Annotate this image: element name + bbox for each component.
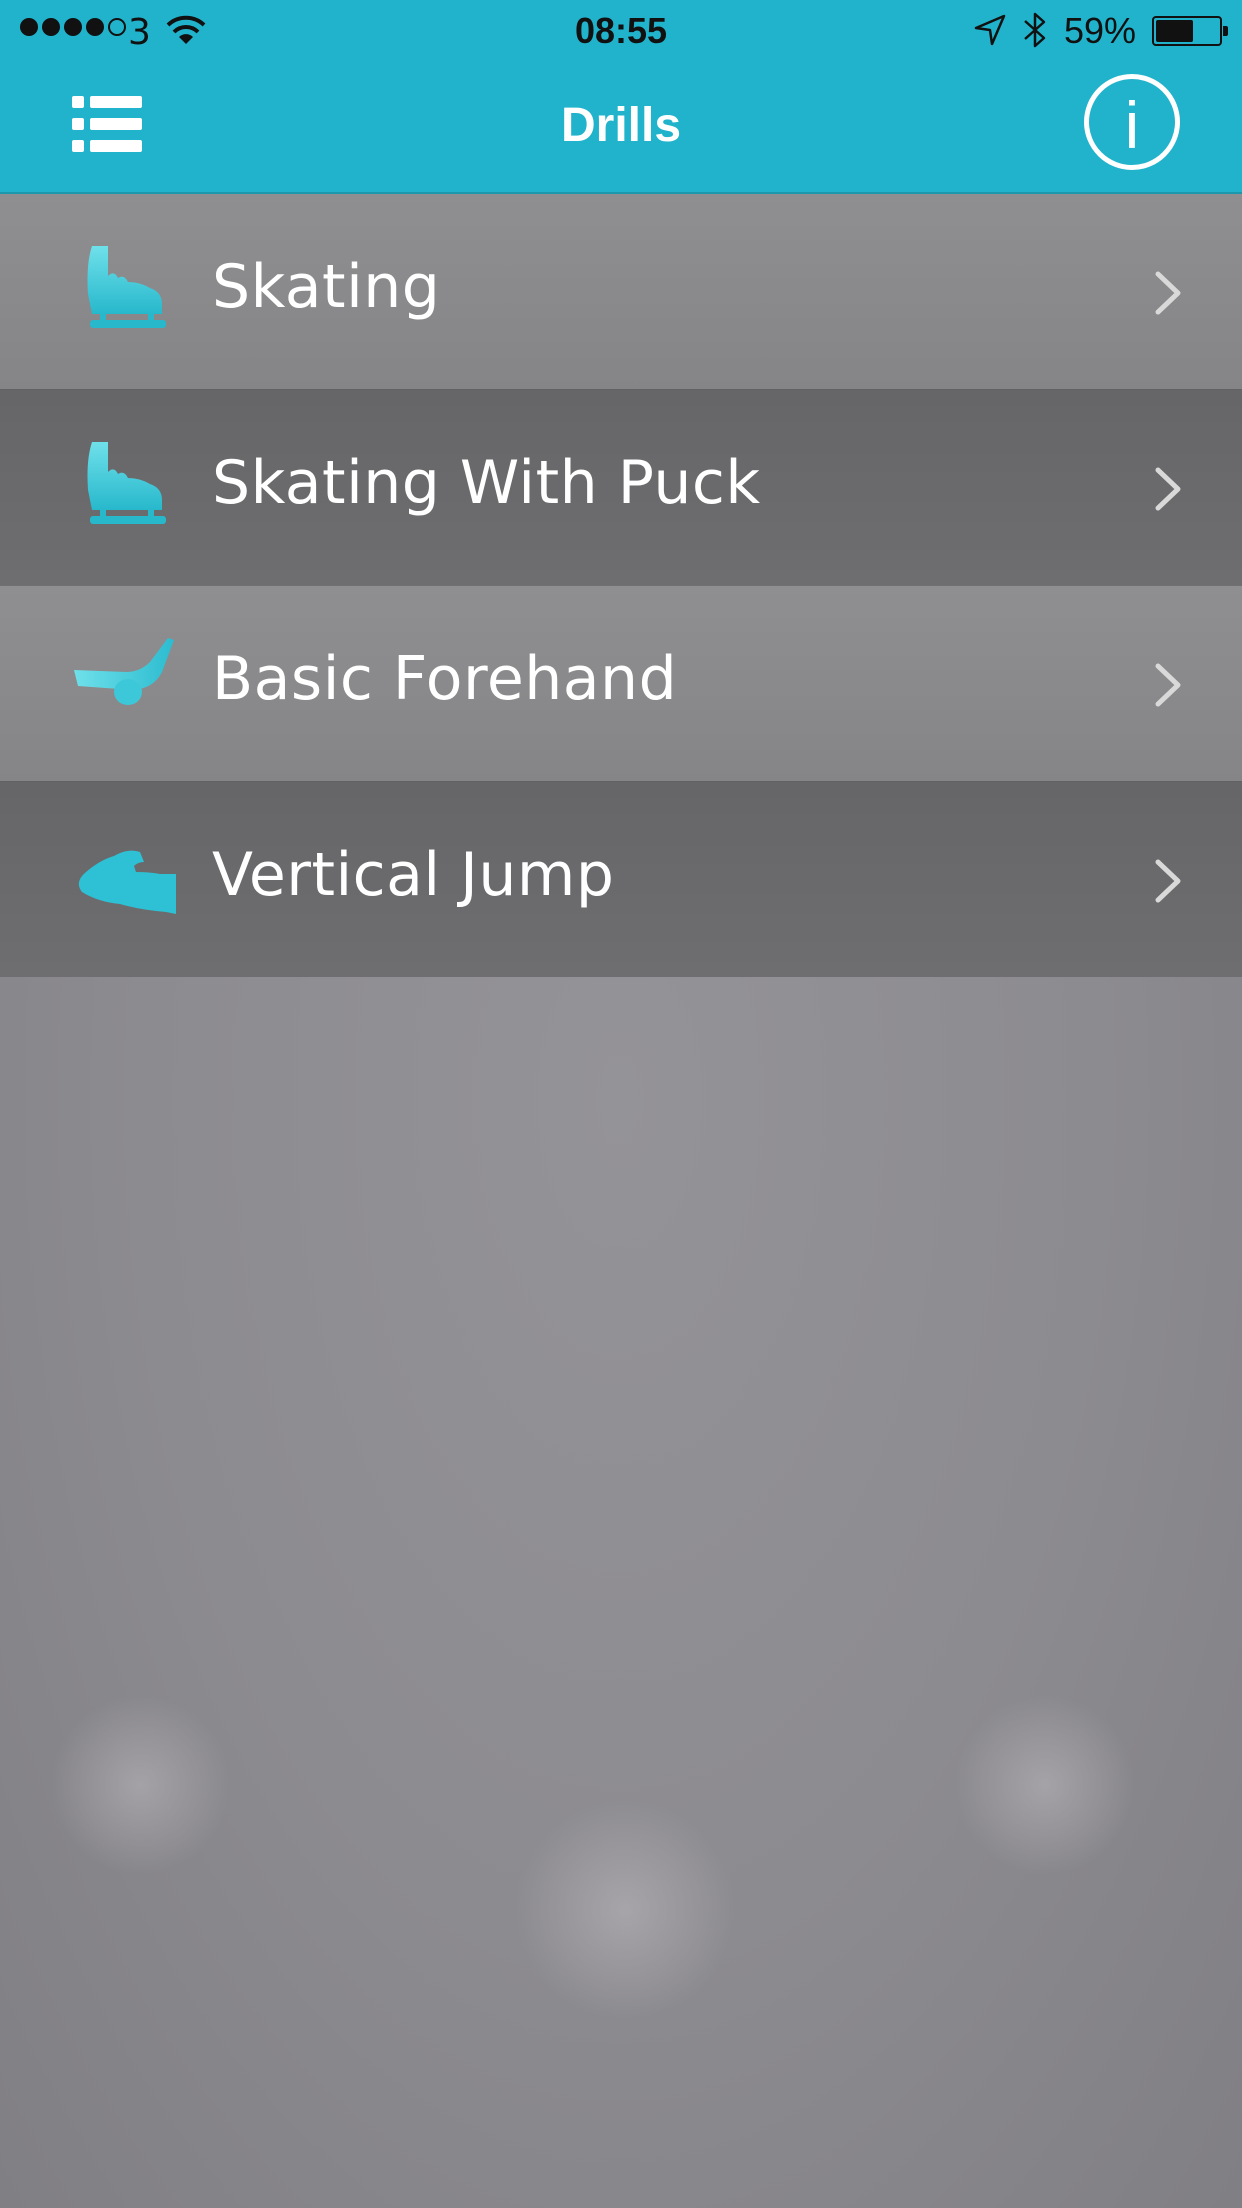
info-button[interactable]: i xyxy=(1084,74,1180,170)
drill-item-skating[interactable]: Skating xyxy=(0,194,1242,389)
battery-icon xyxy=(1152,16,1228,46)
page-title: Drills xyxy=(560,99,682,152)
drill-list: Skating Skating With Puck Basic Forehand… xyxy=(0,194,1242,977)
drill-label: Basic Forehand xyxy=(212,644,678,714)
drill-label: Vertical Jump xyxy=(212,840,615,910)
status-time: 08:55 xyxy=(574,10,668,51)
ice-skate-icon xyxy=(87,442,166,524)
drill-item-basic-forehand[interactable]: Basic Forehand xyxy=(0,585,1242,781)
bluetooth-icon xyxy=(1024,12,1046,48)
status-bar: 3 08:55 59% xyxy=(0,0,1242,62)
chevron-right-icon xyxy=(1155,467,1181,511)
nav-header: 3 08:55 59% Drills i xyxy=(0,0,1242,194)
drill-item-skating-with-puck[interactable]: Skating With Puck xyxy=(0,389,1242,585)
flexed-arm-icon xyxy=(78,850,176,914)
battery-level-fill xyxy=(1156,20,1193,42)
drill-label: Skating xyxy=(212,252,441,322)
chevron-right-icon xyxy=(1155,663,1181,707)
hockey-stick-icon xyxy=(74,638,174,705)
location-arrow-icon xyxy=(974,14,1006,46)
chevron-right-icon xyxy=(1155,271,1181,315)
drill-item-vertical-jump[interactable]: Vertical Jump xyxy=(0,781,1242,977)
battery-percent: 59% xyxy=(1064,10,1137,51)
app-screen: 3 08:55 59% Drills i Skating Skating Wit… xyxy=(0,0,1242,2208)
drill-label: Skating With Puck xyxy=(212,448,761,518)
chevron-right-icon xyxy=(1155,859,1181,903)
ice-skate-icon xyxy=(87,246,166,328)
info-icon: i xyxy=(1124,88,1140,162)
